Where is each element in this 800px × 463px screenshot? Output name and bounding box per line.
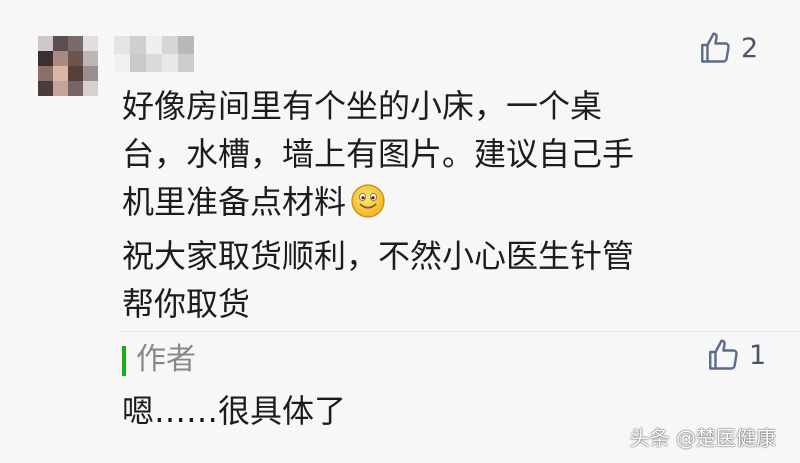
- comment-line: 机里准备点材料: [122, 178, 722, 232]
- reply-like-button[interactable]: 1: [705, 337, 766, 373]
- author-label: 作者: [136, 342, 196, 377]
- username-mosaic[interactable]: [114, 36, 194, 72]
- author-marker-bar: [122, 346, 126, 376]
- avatar[interactable]: [38, 36, 98, 96]
- reply-text: 嗯……很具体了: [122, 392, 347, 430]
- thumbs-up-icon: [709, 339, 738, 370]
- comment-line: 祝大家取货顺利，不然小心医生针管: [122, 237, 635, 275]
- smiley-emoji-icon: [350, 183, 386, 232]
- thumbs-up-icon: [701, 32, 730, 63]
- comment-line-text: 机里准备点材料: [122, 183, 347, 221]
- comment-body: 好像房间里有个坐的小床，一个桌 台，水槽，墙上有图片。建议自己手 机里准备点材料…: [122, 82, 722, 328]
- reply-divider: [122, 331, 800, 332]
- comment-line: 帮你取货: [122, 285, 251, 323]
- comment-line: 台，水槽，墙上有图片。建议自己手: [122, 135, 635, 173]
- comment-screenshot: 2 好像房间里有个坐的小床，一个桌 台，水槽，墙上有图片。建议自己手 机里准备点…: [0, 0, 800, 463]
- comment-like-count: 2: [741, 32, 759, 64]
- comment-like-button[interactable]: 2: [697, 30, 758, 66]
- reply-like-count: 1: [749, 339, 767, 371]
- watermark: 头条 @楚医健康: [629, 426, 776, 450]
- comment-line: 好像房间里有个坐的小床，一个桌: [122, 87, 603, 125]
